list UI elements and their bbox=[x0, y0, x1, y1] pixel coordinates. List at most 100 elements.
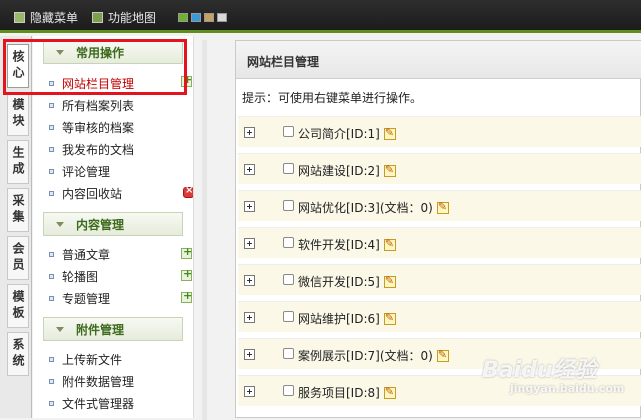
row-checkbox[interactable] bbox=[283, 200, 294, 211]
row-checkbox[interactable] bbox=[283, 385, 294, 396]
edit-icon[interactable] bbox=[383, 274, 396, 288]
menu-item-recycle-bin[interactable]: 内容回收站 bbox=[49, 184, 122, 202]
menu-item-carousel[interactable]: 轮播图 bbox=[49, 267, 98, 285]
expand-icon[interactable] bbox=[244, 312, 255, 323]
edit-icon[interactable] bbox=[436, 348, 449, 362]
category-name: 软件开发[ID:4] bbox=[298, 238, 380, 252]
menu-item-label: 评论管理 bbox=[62, 164, 111, 179]
collapse-icon bbox=[56, 221, 64, 227]
top-toolbar: 隐藏菜单 功能地图 bbox=[0, 0, 641, 33]
expand-icon[interactable] bbox=[244, 164, 255, 175]
edit-icon[interactable] bbox=[436, 200, 449, 214]
section-label: 内容管理 bbox=[76, 217, 125, 232]
tab-collect[interactable]: 采集 bbox=[7, 188, 29, 232]
menu-item-comments[interactable]: 评论管理 bbox=[49, 162, 110, 180]
menu-item-upload[interactable]: 上传新文件 bbox=[49, 350, 122, 368]
bullet-icon bbox=[49, 400, 54, 406]
hide-menu-icon bbox=[14, 11, 25, 23]
expand-icon[interactable] bbox=[244, 201, 255, 212]
section-attachment[interactable]: 附件管理 bbox=[43, 317, 183, 341]
theme-swatch-green[interactable] bbox=[178, 13, 188, 22]
edit-icon[interactable] bbox=[383, 163, 396, 177]
category-row[interactable]: 网站维护[ID:6] bbox=[238, 301, 641, 332]
tab-members[interactable]: 会员 bbox=[7, 236, 29, 280]
bullet-icon bbox=[49, 273, 54, 279]
tab-system[interactable]: 系统 bbox=[7, 332, 29, 376]
menu-item-articles[interactable]: 普通文章 bbox=[49, 245, 110, 263]
panel-title: 网站栏目管理 bbox=[236, 41, 641, 79]
add-icon[interactable] bbox=[181, 245, 192, 259]
category-name: 网站建设[ID:2] bbox=[298, 164, 380, 178]
tab-modules[interactable]: 模块 bbox=[7, 92, 29, 136]
edit-icon[interactable] bbox=[383, 126, 396, 140]
menu-item-attachment-data[interactable]: 附件数据管理 bbox=[49, 372, 134, 390]
map-icon bbox=[92, 11, 103, 23]
section-content[interactable]: 内容管理 bbox=[43, 212, 183, 236]
watermark-brand: Baidu经验 bbox=[482, 358, 597, 383]
menu-item-pending-archives[interactable]: 等审核的档案 bbox=[49, 118, 134, 136]
scrollbar-track[interactable] bbox=[202, 40, 207, 420]
row-checkbox[interactable] bbox=[283, 237, 294, 248]
menu-item-label: 文件式管理器 bbox=[62, 396, 135, 411]
bullet-icon bbox=[49, 102, 54, 108]
hide-menu-button[interactable]: 隐藏菜单 bbox=[14, 9, 78, 25]
row-checkbox[interactable] bbox=[283, 163, 294, 174]
menu-item-file-manager[interactable]: 文件式管理器 bbox=[49, 394, 134, 412]
bullet-icon bbox=[49, 190, 54, 196]
theme-swatch-gray[interactable] bbox=[217, 13, 227, 22]
category-row[interactable]: 软件开发[ID:4] bbox=[238, 227, 641, 258]
menu-item-topics[interactable]: 专题管理 bbox=[49, 289, 110, 307]
row-checkbox[interactable] bbox=[283, 126, 294, 137]
section-label: 附件管理 bbox=[76, 322, 125, 337]
tab-generate[interactable]: 生成 bbox=[7, 140, 29, 184]
menu-item-my-documents[interactable]: 我发布的文档 bbox=[49, 140, 134, 158]
expand-icon[interactable] bbox=[244, 386, 255, 397]
category-name: 微信开发[ID:5] bbox=[298, 275, 380, 289]
theme-swatch-blue[interactable] bbox=[191, 13, 201, 22]
bullet-icon bbox=[49, 251, 54, 257]
menu-item-label: 我发布的文档 bbox=[62, 142, 135, 157]
menu-item-label: 附件数据管理 bbox=[62, 374, 135, 389]
edit-icon[interactable] bbox=[383, 237, 396, 251]
hide-menu-label: 隐藏菜单 bbox=[30, 10, 79, 25]
bullet-icon bbox=[49, 124, 54, 130]
function-map-button[interactable]: 功能地图 bbox=[92, 9, 156, 25]
category-row[interactable]: 公司简介[ID:1] bbox=[238, 116, 641, 147]
row-checkbox[interactable] bbox=[283, 348, 294, 359]
category-name: 案例展示[ID:7](文档：0) bbox=[298, 349, 433, 363]
bullet-icon bbox=[49, 378, 54, 384]
category-name: 网站优化[ID:3](文档：0) bbox=[298, 201, 433, 215]
collapse-icon bbox=[56, 326, 64, 332]
category-row[interactable]: 网站建设[ID:2] bbox=[238, 153, 641, 184]
theme-swatch-tan[interactable] bbox=[204, 13, 214, 22]
expand-icon[interactable] bbox=[244, 275, 255, 286]
menu-item-all-archives[interactable]: 所有档案列表 bbox=[49, 96, 134, 114]
add-icon[interactable] bbox=[181, 267, 192, 281]
edit-icon[interactable] bbox=[383, 385, 396, 399]
bullet-icon bbox=[49, 168, 54, 174]
add-icon[interactable] bbox=[181, 289, 192, 303]
menu-item-label: 专题管理 bbox=[62, 291, 111, 306]
category-row[interactable]: 微信开发[ID:5] bbox=[238, 264, 641, 295]
edit-icon[interactable] bbox=[383, 311, 396, 325]
menu-item-label: 上传新文件 bbox=[62, 352, 123, 367]
function-map-label: 功能地图 bbox=[108, 10, 157, 25]
tab-templates[interactable]: 模板 bbox=[7, 284, 29, 328]
row-checkbox[interactable] bbox=[283, 274, 294, 285]
splitter[interactable] bbox=[193, 36, 234, 420]
bullet-icon bbox=[49, 295, 54, 301]
expand-icon[interactable] bbox=[244, 238, 255, 249]
hint-text: 提示：可使用右键菜单进行操作。 bbox=[242, 91, 423, 105]
baidu-watermark: Baidu经验 jingyan.baidu.com bbox=[482, 352, 624, 395]
expand-icon[interactable] bbox=[244, 127, 255, 138]
category-row[interactable]: 网站优化[ID:3](文档：0) bbox=[238, 190, 641, 221]
category-name: 网站维护[ID:6] bbox=[298, 312, 380, 326]
bullet-icon bbox=[49, 146, 54, 152]
row-checkbox[interactable] bbox=[283, 311, 294, 322]
expand-icon[interactable] bbox=[244, 349, 255, 360]
menu-item-label: 轮播图 bbox=[62, 269, 99, 284]
highlight-box bbox=[3, 39, 187, 95]
watermark-url: jingyan.baidu.com bbox=[510, 382, 625, 395]
category-name: 服务项目[ID:8] bbox=[298, 386, 380, 400]
menu-item-label: 普通文章 bbox=[62, 247, 111, 262]
